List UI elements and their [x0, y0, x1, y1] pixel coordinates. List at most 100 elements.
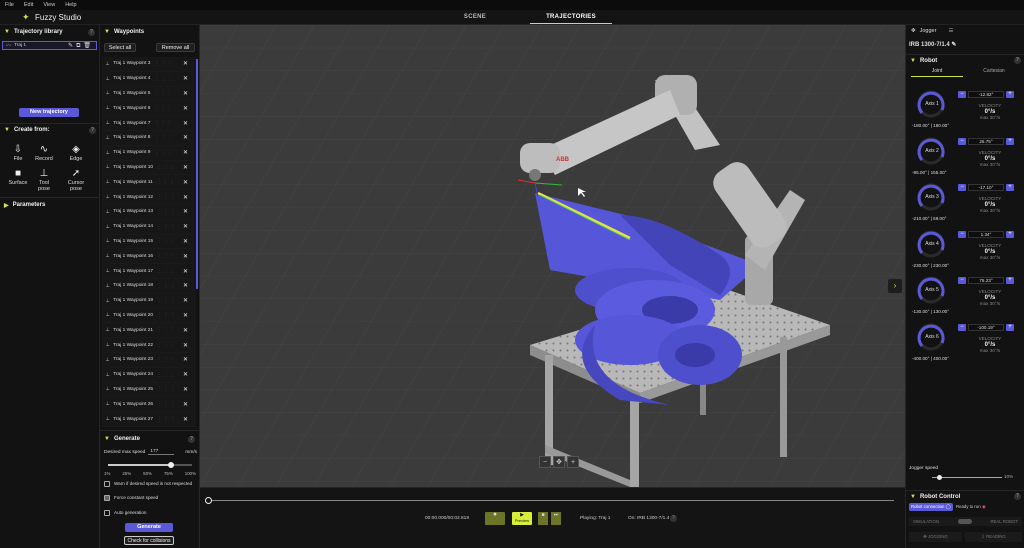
- drag-handle-icon[interactable]: ⋮ ⋮ ⋮: [157, 164, 175, 170]
- drag-handle-icon[interactable]: ⋮ ⋮ ⋮: [157, 342, 175, 348]
- tool-cursorpose[interactable]: ➚ Cursor pose: [66, 168, 86, 192]
- waypoint-row[interactable]: ⟂ Traj 1 Waypoint 19 ⋮ ⋮ ⋮ ✕: [102, 293, 196, 309]
- remove-waypoint-icon[interactable]: ✕: [183, 134, 188, 141]
- waypoint-row[interactable]: ⟂ Traj 1 Waypoint 13 ⋮ ⋮ ⋮ ✕: [102, 204, 196, 220]
- remove-waypoint-icon[interactable]: ✕: [183, 75, 188, 82]
- drag-handle-icon[interactable]: ⋮ ⋮ ⋮: [157, 386, 175, 392]
- traj-library-header[interactable]: ▼ Trajectory library ?: [0, 26, 99, 38]
- remove-waypoint-icon[interactable]: ✕: [183, 327, 188, 334]
- remove-waypoint-icon[interactable]: ✕: [183, 386, 188, 393]
- drag-handle-icon[interactable]: ⋮ ⋮ ⋮: [154, 120, 172, 126]
- scene-render[interactable]: ABB: [200, 25, 905, 487]
- drag-handle-icon[interactable]: ⋮ ⋮ ⋮: [157, 253, 175, 259]
- waypoint-scrollbar[interactable]: [196, 59, 198, 289]
- remove-waypoint-icon[interactable]: ✕: [183, 401, 188, 408]
- drag-handle-icon[interactable]: ⋮ ⋮ ⋮: [157, 416, 175, 422]
- remove-waypoint-icon[interactable]: ✕: [183, 149, 188, 156]
- tab-scene[interactable]: SCENE: [440, 10, 510, 24]
- drag-handle-icon[interactable]: ⋮ ⋮ ⋮: [154, 90, 172, 96]
- checkbox[interactable]: [104, 510, 110, 516]
- recenter-icon[interactable]: ✥: [553, 456, 565, 468]
- remove-waypoint-icon[interactable]: ✕: [183, 356, 188, 363]
- robot-control-header[interactable]: ▼ Robot Control ?: [906, 490, 1024, 502]
- minus-button[interactable]: −: [958, 323, 966, 331]
- tab-joint[interactable]: Joint: [911, 67, 963, 77]
- remove-waypoint-icon[interactable]: ✕: [183, 164, 188, 171]
- check-collisions-button[interactable]: Check for collisions: [124, 536, 174, 545]
- remove-waypoint-icon[interactable]: ✕: [183, 120, 188, 127]
- remove-waypoint-icon[interactable]: ✕: [183, 342, 188, 349]
- stop-icon[interactable]: ■: [538, 512, 548, 525]
- tool-file[interactable]: ⇩ File: [8, 144, 28, 162]
- info-icon[interactable]: ?: [88, 28, 95, 36]
- waypoint-row[interactable]: ⟂ Traj 1 Waypoint 27 ⋮ ⋮ ⋮ ✕: [102, 412, 196, 427]
- waypoint-row[interactable]: ⟂ Traj 1 Waypoint 12 ⋮ ⋮ ⋮ ✕: [102, 190, 196, 205]
- remove-waypoint-icon[interactable]: ✕: [183, 312, 188, 319]
- drag-handle-icon[interactable]: ⋮ ⋮ ⋮: [154, 105, 172, 111]
- tool-surface[interactable]: ■ Surface: [8, 168, 28, 186]
- minus-button[interactable]: −: [958, 91, 966, 98]
- info-icon[interactable]: ?: [89, 126, 96, 134]
- info-icon[interactable]: ?: [1014, 493, 1021, 500]
- drag-handle-icon[interactable]: ⋮ ⋮ ⋮: [157, 372, 175, 378]
- parameters-header[interactable]: ▶ Parameters: [0, 199, 100, 211]
- plus-button[interactable]: +: [1006, 91, 1014, 98]
- jogger-speed-slider[interactable]: [932, 475, 1002, 480]
- remove-waypoint-icon[interactable]: ✕: [183, 90, 188, 97]
- waypoint-row[interactable]: ⟂ Traj 1 Waypoint 8 ⋮ ⋮ ⋮ ✕: [102, 130, 196, 146]
- waypoint-row[interactable]: ⟂ Traj 1 Waypoint 24 ⋮ ⋮ ⋮ ✕: [102, 367, 196, 383]
- menu-edit[interactable]: Edit: [24, 2, 33, 8]
- waypoint-row[interactable]: ⟂ Traj 1 Waypoint 23 ⋮ ⋮ ⋮ ✕: [102, 352, 196, 368]
- generate-button[interactable]: Generate: [125, 523, 173, 532]
- info-icon[interactable]: ?: [188, 435, 195, 443]
- drag-handle-icon[interactable]: ⋮ ⋮ ⋮: [154, 135, 172, 141]
- plus-button[interactable]: +: [1006, 323, 1014, 331]
- info-icon[interactable]: ?: [670, 515, 677, 522]
- plus-button[interactable]: +: [1006, 277, 1014, 284]
- reading-button[interactable]: ⇩ READING: [965, 532, 1022, 542]
- menu-file[interactable]: File: [5, 2, 14, 8]
- select-all-button[interactable]: Select all: [104, 43, 136, 52]
- axis-value-input[interactable]: 25.75°: [968, 137, 1004, 145]
- jogging-button[interactable]: ✥ JOGGING: [909, 532, 962, 542]
- zoom-out-icon[interactable]: −: [539, 456, 551, 468]
- drag-handle-icon[interactable]: ⋮ ⋮ ⋮: [157, 312, 175, 318]
- remove-waypoint-icon[interactable]: ✕: [183, 105, 188, 112]
- tab-cartesian[interactable]: Cartesian: [968, 67, 1020, 77]
- generate-header[interactable]: ▼ Generate ?: [100, 433, 199, 445]
- remove-waypoint-icon[interactable]: ✕: [183, 238, 188, 245]
- waypoint-row[interactable]: ⟂ Traj 1 Waypoint 20 ⋮ ⋮ ⋮ ✕: [102, 308, 196, 324]
- drag-handle-icon[interactable]: ⋮ ⋮ ⋮: [154, 61, 172, 67]
- timeline-thumb[interactable]: [205, 497, 212, 504]
- drag-handle-icon[interactable]: ⋮ ⋮ ⋮: [157, 327, 175, 333]
- tool-edge[interactable]: ◈ Edge: [66, 144, 86, 162]
- waypoint-row[interactable]: ⟂ Traj 1 Waypoint 3 ⋮ ⋮ ⋮ ✕: [102, 57, 196, 72]
- force-option[interactable]: Force constant speed: [104, 495, 158, 501]
- waypoint-row[interactable]: ⟂ Traj 1 Waypoint 5 ⋮ ⋮ ⋮ ✕: [102, 86, 196, 102]
- axis-value-input[interactable]: -17.10°: [968, 184, 1004, 191]
- step-icon[interactable]: ⏭: [551, 512, 561, 525]
- waypoint-row[interactable]: ⟂ Traj 1 Waypoint 16 ⋮ ⋮ ⋮ ✕: [102, 249, 196, 265]
- trash-icon[interactable]: 🗑: [83, 43, 94, 49]
- preview-button[interactable]: ▶ Preview: [512, 512, 532, 525]
- minus-button[interactable]: −: [958, 230, 966, 238]
- waypoint-row[interactable]: ⟂ Traj 1 Waypoint 21 ⋮ ⋮ ⋮ ✕: [102, 323, 196, 339]
- waypoint-row[interactable]: ⟂ Traj 1 Waypoint 15 ⋮ ⋮ ⋮ ✕: [102, 234, 196, 250]
- drag-handle-icon[interactable]: ⋮ ⋮ ⋮: [154, 150, 172, 156]
- warn-option[interactable]: Warn if desired speed is not respected: [104, 481, 192, 487]
- drag-handle-icon[interactable]: ⋮ ⋮ ⋮: [157, 268, 175, 274]
- slider-thumb[interactable]: [168, 462, 174, 468]
- waypoint-row[interactable]: ⟂ Traj 1 Waypoint 10 ⋮ ⋮ ⋮ ✕: [102, 160, 196, 176]
- auto-option[interactable]: Auto generation: [104, 510, 146, 516]
- zoom-in-icon[interactable]: +: [567, 456, 579, 468]
- waypoint-row[interactable]: ⟂ Traj 1 Waypoint 17 ⋮ ⋮ ⋮ ✕: [102, 264, 196, 279]
- axis-value-input[interactable]: -100.19°: [968, 323, 1004, 331]
- axis-value-input[interactable]: -12.82°: [968, 91, 1004, 98]
- drag-handle-icon[interactable]: ⋮ ⋮ ⋮: [157, 194, 175, 200]
- minus-button[interactable]: −: [958, 184, 966, 191]
- drag-handle-icon[interactable]: ⋮ ⋮ ⋮: [157, 179, 175, 185]
- waypoint-row[interactable]: ⟂ Traj 1 Waypoint 9 ⋮ ⋮ ⋮ ✕: [102, 145, 196, 161]
- drag-handle-icon[interactable]: ⋮ ⋮ ⋮: [157, 401, 175, 407]
- axis-value-input[interactable]: 1.34°: [968, 230, 1004, 238]
- drag-handle-icon[interactable]: ⋮ ⋮ ⋮: [157, 357, 175, 363]
